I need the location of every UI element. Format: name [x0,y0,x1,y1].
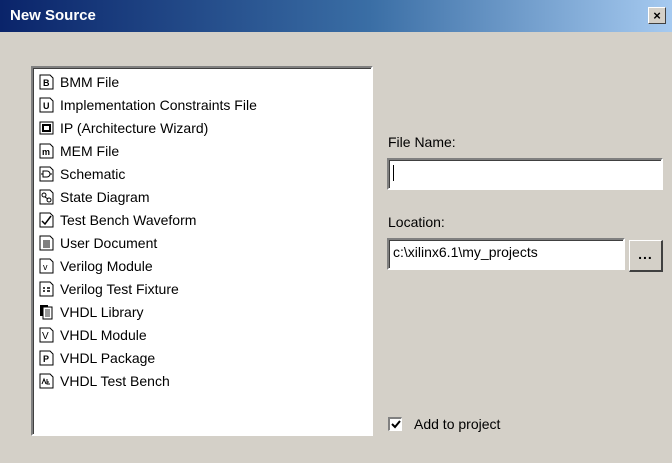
list-item-state-diagram[interactable]: State Diagram [39,186,149,208]
vhdl-module-icon: V [39,327,54,343]
location-label: Location: [388,214,445,230]
list-item-implementation-constraints-file[interactable]: U Implementation Constraints File [39,94,257,116]
list-item-schematic[interactable]: Schematic [39,163,125,185]
test-bench-icon [39,373,54,389]
close-icon: × [653,8,661,23]
list-item-label: State Diagram [60,189,150,205]
list-item-vhdl-library[interactable]: VHDL Library [39,301,144,323]
text-caret [393,165,394,182]
bmm-file-icon: B [39,74,54,90]
add-to-project-checkbox[interactable] [388,417,402,431]
svg-text:V: V [42,331,49,342]
list-item-label: VHDL Test Bench [60,373,170,389]
list-item-mem-file[interactable]: m MEM File [39,140,119,162]
list-item-label: Implementation Constraints File [60,97,257,113]
checkmark-icon [391,420,401,429]
list-item-verilog-module[interactable]: v Verilog Module [39,255,153,277]
window-title: New Source [10,7,96,24]
mem-file-icon: m [39,143,54,159]
list-item-label: Test Bench Waveform [60,212,197,228]
browse-button[interactable]: ... [629,240,663,272]
file-name-label: File Name: [388,134,456,150]
list-item-label: VHDL Library [60,304,144,320]
file-name-label-text: File Name: [388,134,456,150]
library-icon [39,304,54,320]
svg-text:B: B [43,78,50,88]
location-label-text: Location: [388,214,445,230]
list-item-vhdl-package[interactable]: P VHDL Package [39,347,155,369]
waveform-icon [39,212,54,228]
list-item-vhdl-test-bench[interactable]: VHDL Test Bench [39,370,170,392]
add-to-project-label[interactable]: Add to project [414,416,500,432]
title-bar: New Source × [0,0,672,32]
browse-label: ... [638,245,653,262]
list-item-label: Verilog Test Fixture [60,281,179,297]
location-value: c:\xilinx6.1\my_projects [393,244,538,260]
svg-text:U: U [43,101,50,111]
ip-wizard-icon [39,120,54,136]
list-item-label: User Document [60,235,158,251]
list-item-label: Verilog Module [60,258,153,274]
list-item-bmm-file[interactable]: B BMM File [39,71,119,93]
vhdl-package-icon: P [39,350,54,366]
state-diagram-icon [39,189,54,205]
file-name-input[interactable] [387,158,663,190]
list-item-user-document[interactable]: User Document [39,232,157,254]
location-input[interactable]: c:\xilinx6.1\my_projects [387,238,625,270]
constraints-file-icon: U [39,97,54,113]
list-item-vhdl-module[interactable]: V VHDL Module [39,324,147,346]
list-item-ip-architecture-wizard[interactable]: IP (Architecture Wizard) [39,117,208,139]
verilog-module-icon: v [39,258,54,274]
schematic-icon [39,166,54,182]
svg-text:P: P [43,354,49,364]
list-item-verilog-test-fixture[interactable]: Verilog Test Fixture [39,278,179,300]
test-fixture-icon [39,281,54,297]
list-item-label: BMM File [60,74,120,90]
add-to-project-label-text: Add to project [414,416,501,432]
document-icon [39,235,54,251]
close-button[interactable]: × [648,7,666,24]
list-item-label: IP (Architecture Wizard) [60,120,209,136]
list-item-label: Schematic [60,166,126,182]
list-item-label: MEM File [60,143,120,159]
svg-text:v: v [43,262,48,272]
svg-text:m: m [42,147,50,157]
list-item-label: VHDL Package [60,350,156,366]
source-type-list[interactable]: B BMM File U Implementation Constraints … [31,66,373,436]
list-item-label: VHDL Module [60,327,147,343]
list-item-test-bench-waveform[interactable]: Test Bench Waveform [39,209,196,231]
